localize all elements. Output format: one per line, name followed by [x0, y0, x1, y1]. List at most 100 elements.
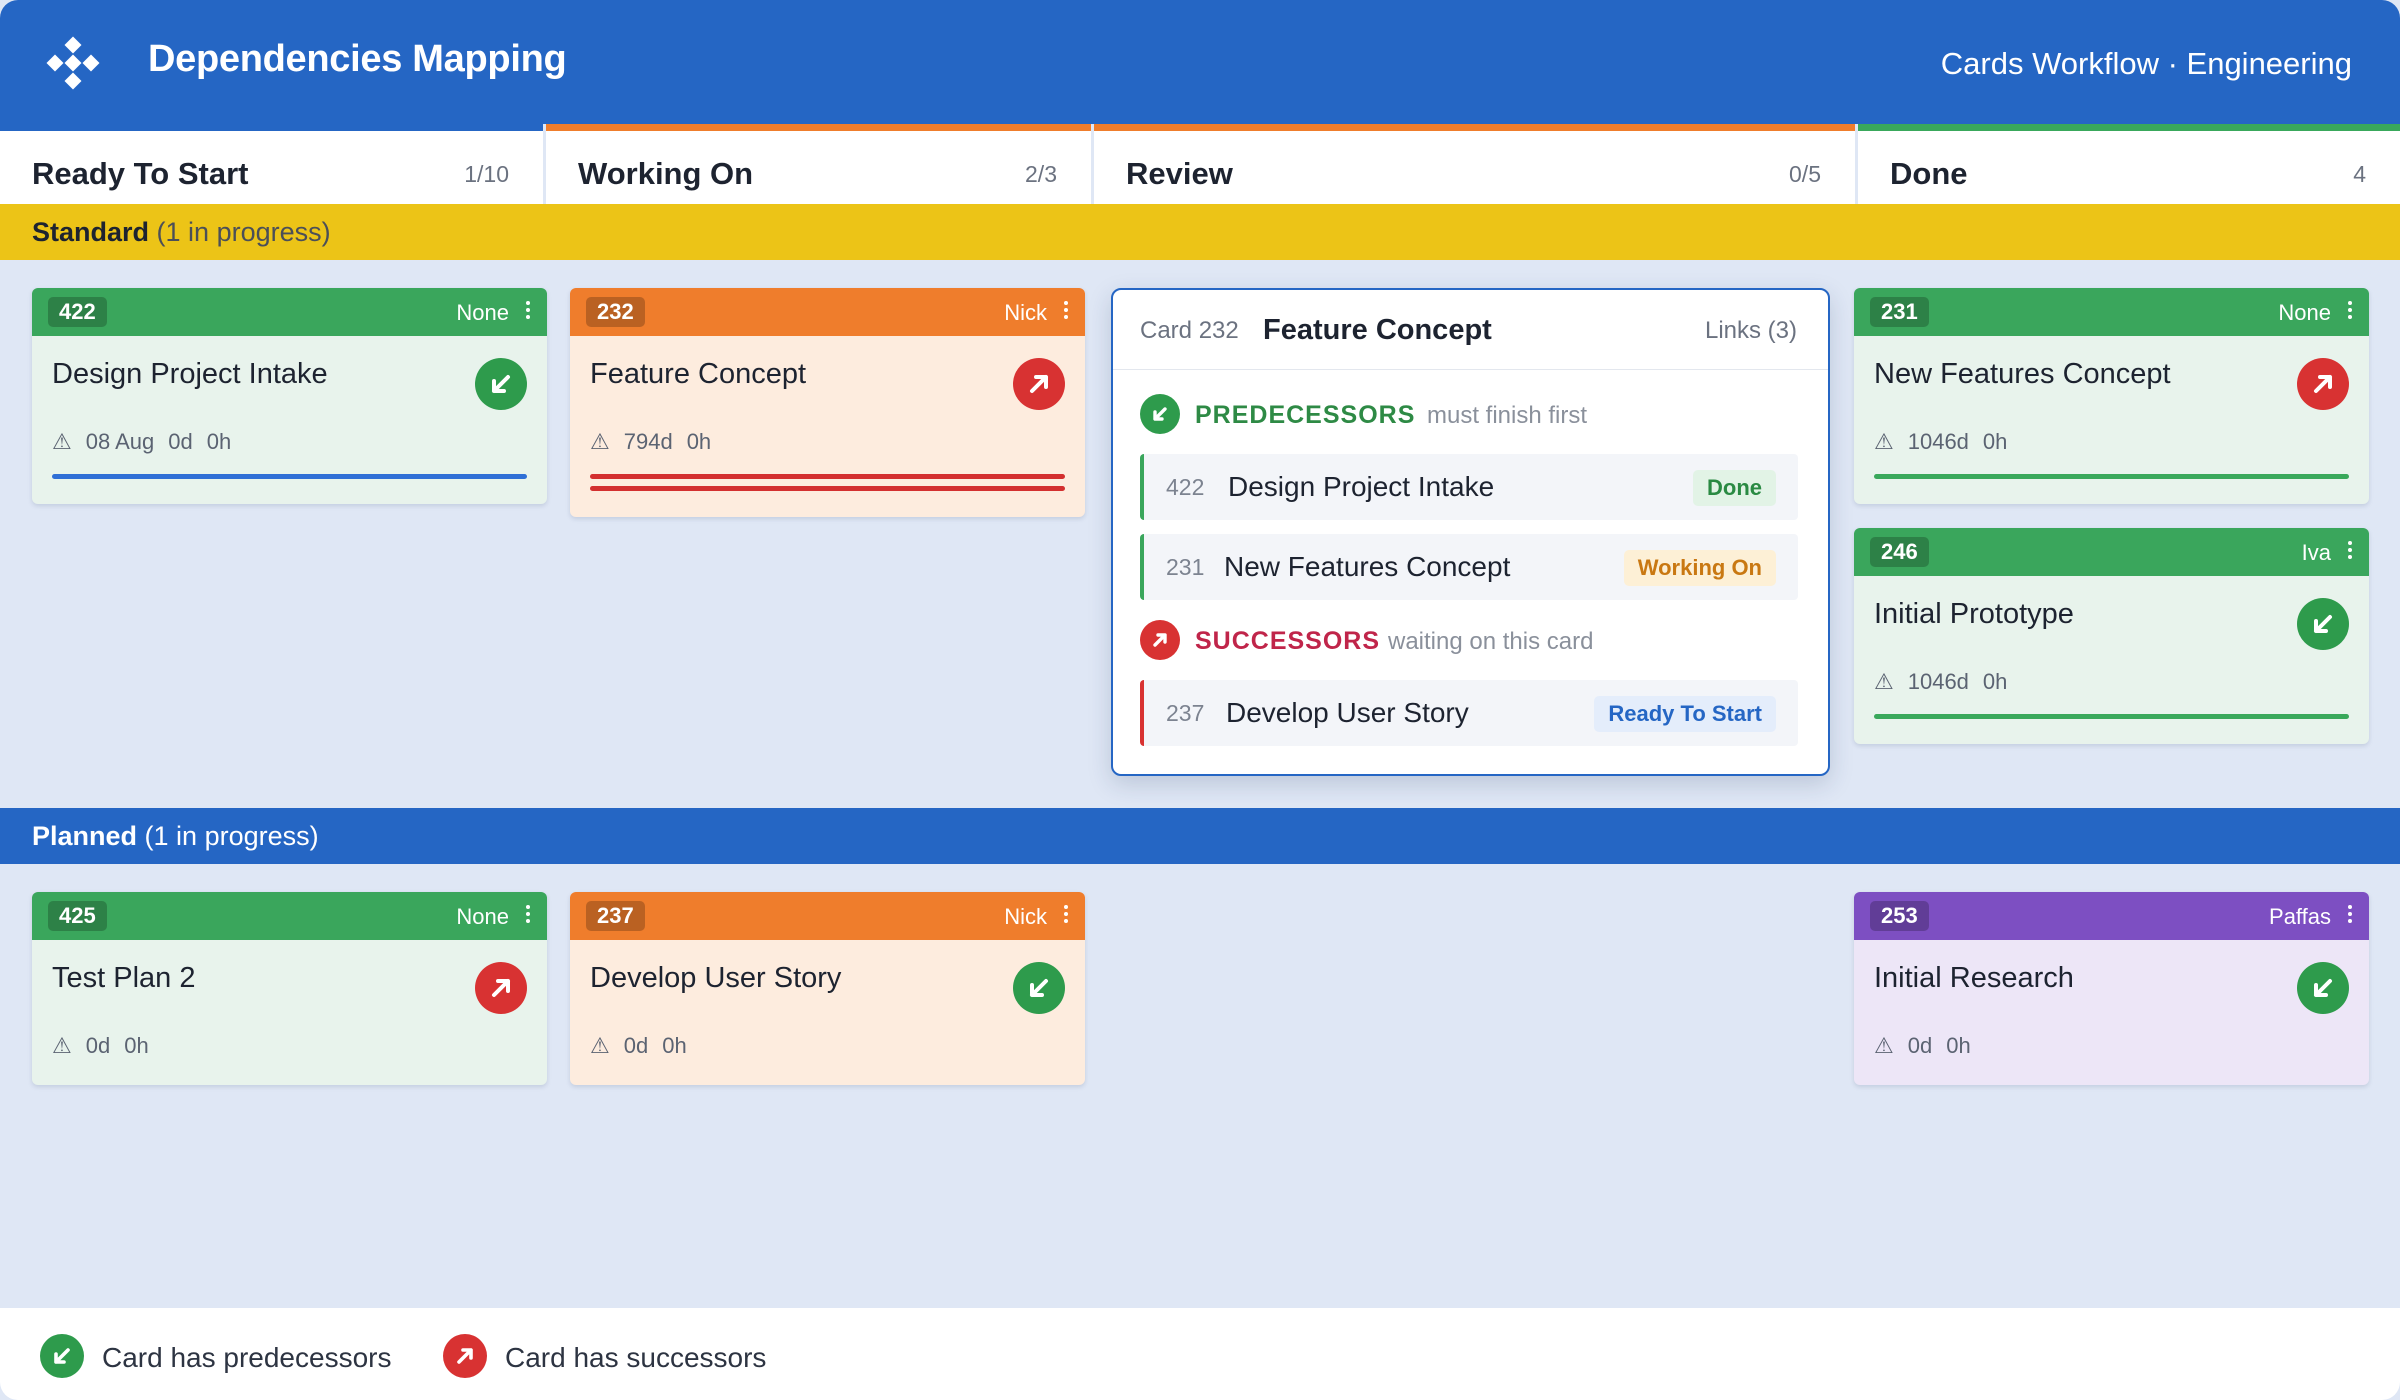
- board-app: Dependencies Mapping Cards Workflow · En…: [0, 0, 2400, 1400]
- progress-bar: [1874, 474, 2349, 479]
- card-231[interactable]: 231 None New Features Concept ⚠ 1046d 0h: [1854, 288, 2369, 504]
- more-options-icon[interactable]: [1061, 298, 1071, 324]
- column-name: Working On: [578, 156, 754, 191]
- successors-section: SUCCESSORS waiting on this card: [1140, 620, 1800, 660]
- predecessors-icon: [1140, 394, 1180, 434]
- popover-card-label: Card 232: [1140, 317, 1239, 344]
- successors-icon[interactable]: [475, 962, 527, 1014]
- column-header-done[interactable]: Done 4: [1858, 124, 2400, 204]
- card-title: Initial Prototype: [1874, 598, 2074, 630]
- column-count: 1/10: [464, 161, 509, 187]
- link-row-422[interactable]: 422 Design Project Intake Done: [1140, 454, 1798, 520]
- column-count: 2/3: [1025, 161, 1057, 187]
- card-id-badge: 422: [48, 297, 107, 327]
- predecessors-icon[interactable]: [1013, 962, 1065, 1014]
- card-days: 0d: [1907, 1033, 1933, 1058]
- card-owner: None: [456, 300, 509, 325]
- swimlane-planned[interactable]: Planned (1 in progress): [0, 808, 2400, 864]
- warning-icon: ⚠: [52, 429, 72, 454]
- card-date: 08 Aug: [85, 429, 155, 454]
- progress-bar: [52, 474, 527, 479]
- predecessors-icon: [40, 1334, 84, 1378]
- card-hours: 0h: [1982, 669, 2008, 694]
- card-days: 0d: [623, 1033, 649, 1058]
- card-422[interactable]: 422 None Design Project Intake ⚠ 08 Aug 0d…: [32, 288, 547, 504]
- card-title: Test Plan 2: [52, 962, 196, 994]
- card-hours: 0h: [1982, 429, 2008, 454]
- card-owner: Iva: [2301, 540, 2331, 565]
- link-row-237[interactable]: 237 Develop User Story Ready To Start: [1140, 680, 1798, 746]
- card-hours: 0h: [206, 429, 232, 454]
- predecessors-title: PREDECESSORS: [1195, 401, 1416, 429]
- progress-bar: [590, 474, 1065, 479]
- predecessors-icon[interactable]: [2297, 962, 2349, 1014]
- link-card-id: 422: [1166, 474, 1205, 500]
- more-options-icon[interactable]: [523, 298, 533, 324]
- warning-icon: ⚠: [590, 429, 610, 454]
- card-owner: None: [2278, 300, 2331, 325]
- lane-note: (1 in progress): [156, 217, 331, 247]
- card-meta: ⚠ 794d 0h: [590, 429, 725, 455]
- successors-icon[interactable]: [1013, 358, 1065, 410]
- card-title: Initial Research: [1874, 962, 2074, 994]
- successors-icon[interactable]: [2297, 358, 2349, 410]
- card-253[interactable]: 253 Paffas Initial Research ⚠ 0d 0h: [1854, 892, 2369, 1085]
- swimlane-standard[interactable]: Standard (1 in progress): [0, 204, 2400, 260]
- card-id-badge: 246: [1870, 537, 1929, 567]
- predecessors-icon[interactable]: [2297, 598, 2349, 650]
- popover-header: Card 232 Feature Concept Links (3): [1113, 290, 1828, 370]
- card-id-badge: 231: [1870, 297, 1929, 327]
- card-title: Develop User Story: [590, 962, 842, 994]
- successors-icon: [1140, 620, 1180, 660]
- workflow-breadcrumb[interactable]: Cards Workflow · Engineering: [1941, 46, 2352, 82]
- card-hours: 0h: [662, 1033, 687, 1058]
- column-header-ready-to-start[interactable]: Ready To Start 1/10: [0, 124, 543, 204]
- legend-footer: Card has predecessors Card has successor…: [0, 1308, 2400, 1400]
- card-id-badge: 253: [1870, 901, 1929, 931]
- more-options-icon[interactable]: [523, 902, 533, 928]
- link-card-name: Develop User Story: [1226, 697, 1469, 728]
- card-id-badge: 425: [48, 901, 107, 931]
- successors-title: SUCCESSORS: [1195, 627, 1381, 655]
- page-title: Dependencies Mapping: [148, 38, 567, 80]
- more-options-icon[interactable]: [2345, 902, 2355, 928]
- card-title: Feature Concept: [590, 358, 807, 390]
- link-card-name: Design Project Intake: [1228, 471, 1495, 502]
- warning-icon: ⚠: [590, 1033, 610, 1058]
- card-meta: ⚠ 08 Aug 0d 0h: [52, 429, 245, 455]
- card-id-badge: 237: [586, 901, 645, 931]
- column-header-working-on[interactable]: Working On 2/3: [546, 124, 1091, 204]
- column-name: Done: [1890, 156, 1968, 191]
- card-title: Design Project Intake: [52, 358, 328, 390]
- card-days: 1046d: [1907, 669, 1969, 694]
- more-options-icon[interactable]: [2345, 298, 2355, 324]
- card-246[interactable]: 246 Iva Initial Prototype ⚠ 1046d 0h: [1854, 528, 2369, 744]
- status-badge: Working On: [1623, 550, 1776, 586]
- legend-label: Card has successors: [505, 1342, 767, 1373]
- successors-icon: [443, 1334, 487, 1378]
- successors-note: waiting on this card: [1388, 628, 1594, 655]
- card-id-badge: 232: [586, 297, 645, 327]
- popover-links-count[interactable]: Links (3): [1705, 317, 1797, 345]
- predecessors-note: must finish first: [1427, 402, 1588, 429]
- app-header: Dependencies Mapping Cards Workflow · En…: [0, 0, 2400, 124]
- legend-successors: Card has successors: [443, 1334, 823, 1378]
- card-237[interactable]: 237 Nick Develop User Story ⚠ 0d 0h: [570, 892, 1085, 1085]
- column-count: 4: [2353, 161, 2366, 187]
- card-title: New Features Concept: [1874, 358, 2171, 390]
- card-meta: ⚠ 1046d 0h: [1874, 429, 2021, 455]
- card-days: 1046d: [1907, 429, 1969, 454]
- card-hours: 0h: [686, 429, 712, 454]
- predecessors-icon[interactable]: [475, 358, 527, 410]
- column-header-review[interactable]: Review 0/5: [1094, 124, 1855, 204]
- card-232[interactable]: 232 Nick Feature Concept ⚠ 794d 0h: [570, 288, 1085, 517]
- more-options-icon[interactable]: [2345, 538, 2355, 564]
- card-425[interactable]: 425 None Test Plan 2 ⚠ 0d 0h: [32, 892, 547, 1085]
- link-row-231[interactable]: 231 New Features Concept Working On: [1140, 534, 1798, 600]
- card-owner: Nick: [1004, 300, 1047, 325]
- popover-title: Feature Concept: [1263, 314, 1492, 346]
- more-options-icon[interactable]: [1061, 902, 1071, 928]
- card-meta: ⚠ 0d 0h: [52, 1033, 163, 1059]
- card-hours: 0h: [1946, 1033, 1971, 1058]
- link-card-name: New Features Concept: [1224, 551, 1511, 582]
